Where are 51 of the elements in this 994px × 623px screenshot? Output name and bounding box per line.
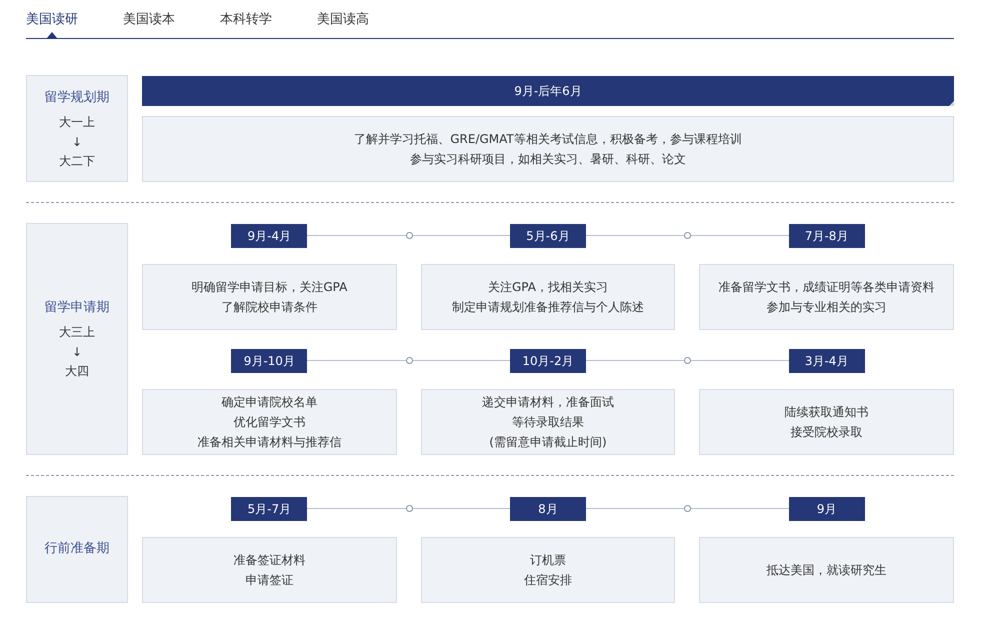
description-text: 优化留学文书	[233, 414, 306, 430]
period-label: 9月-后年6月	[514, 82, 582, 100]
tab[interactable]: 本科转学	[220, 10, 272, 38]
description-text: 参加与专业相关的实习	[766, 298, 887, 316]
description-text: 了解院校申请条件	[221, 298, 318, 316]
description-text: 抵达美国，就读研究生	[766, 562, 887, 578]
stage-year: 大四	[65, 363, 89, 380]
period-badge: 5月-6月	[510, 224, 586, 248]
timeline-dot	[684, 232, 692, 239]
description-text: 确定申请院校名单	[221, 394, 318, 410]
description-text: 参与实习科研项目，如相关实习、暑研、科研、论文	[410, 150, 686, 168]
stage-year: 大二下	[59, 152, 95, 170]
description-text: 关注GPA，找相关实习	[488, 278, 608, 296]
period-badge: 9月	[788, 497, 865, 521]
timeline-dot	[684, 357, 692, 364]
description-text: 申请签证	[245, 572, 294, 588]
description-text: 准备相关申请材料与推荐信	[197, 434, 342, 450]
description-text: 等待录取结果	[512, 414, 584, 430]
tab[interactable]: 美国读研	[26, 10, 78, 38]
period-badge: 10月-2月	[510, 349, 586, 373]
period-badge: 9月-4月	[231, 224, 308, 248]
corner-icon	[949, 101, 954, 106]
description-text: 递交申请材料，准备面试	[482, 394, 614, 410]
description-text: 陆续获取通知书	[784, 404, 869, 420]
description-text: 准备签证材料	[233, 552, 306, 568]
period-badge: 9月-10月	[231, 349, 308, 373]
timeline-dot	[684, 505, 692, 512]
tab[interactable]: 美国读高	[317, 10, 369, 38]
stage-title: 留学申请期	[44, 299, 110, 316]
timeline-dot	[406, 505, 413, 512]
tab[interactable]: 美国读本	[123, 10, 175, 38]
description-text: 住宿安排	[524, 572, 572, 588]
description-text: 接受院校录取	[790, 424, 863, 440]
timeline-dot	[406, 232, 413, 239]
description-text: 准备留学文书，成绩证明等各类申请资料	[718, 278, 935, 296]
period-badge: 3月-4月	[788, 349, 865, 373]
description-text: 明确留学申请目标，关注GPA	[191, 278, 348, 296]
stage-title: 行前准备期	[44, 540, 110, 556]
stage-year: 大三上	[59, 324, 95, 341]
stage-year: 大一上	[59, 114, 95, 130]
period-badge: 5月-7月	[231, 497, 308, 521]
stage-year: ↓	[72, 345, 82, 359]
stage-title: 留学规划期	[44, 88, 110, 106]
timeline-dot	[406, 357, 413, 364]
description-text: 订机票	[530, 552, 566, 568]
period-badge: 7月-8月	[788, 224, 865, 248]
stage-year: ↓	[72, 134, 82, 148]
period-badge: 8月	[510, 497, 586, 521]
description-text: 了解并学习托福、GRE/GMAT等相关考试信息，积极备考，参与课程培训	[354, 130, 742, 148]
description-text: (需留意申请截止时间)	[489, 434, 607, 450]
description-text: 制定申请规划准备推荐信与个人陈述	[452, 298, 644, 316]
